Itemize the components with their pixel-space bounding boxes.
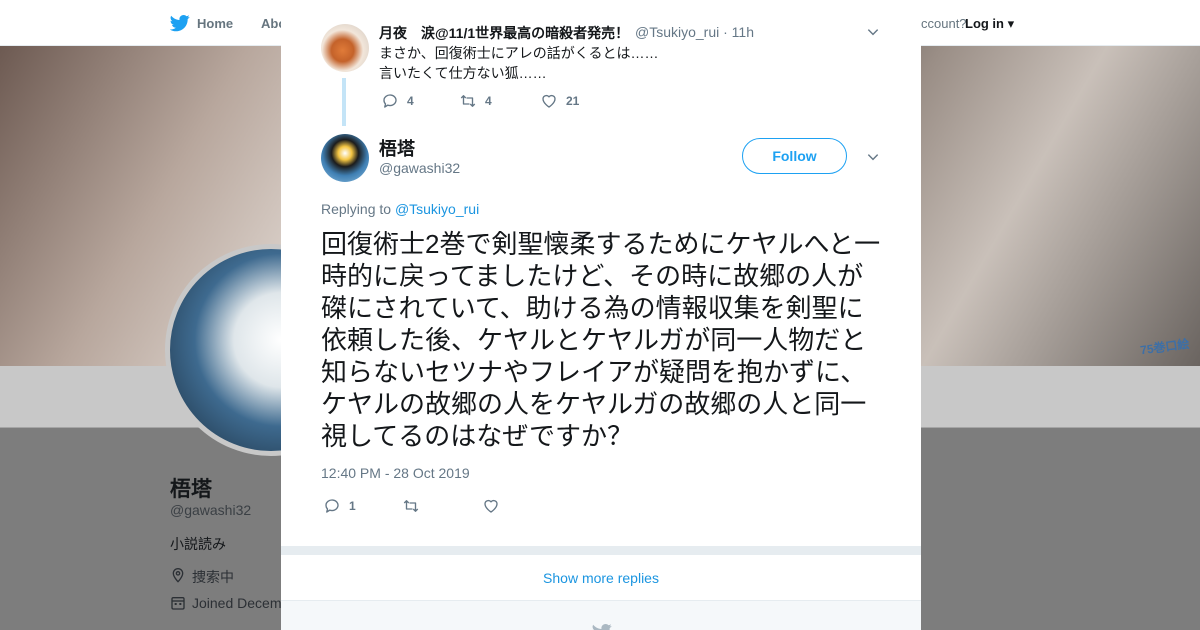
twitter-bird-icon bbox=[592, 624, 612, 630]
reply-icon bbox=[383, 94, 397, 108]
replies-divider bbox=[281, 546, 921, 555]
profile-bio: 小説読み bbox=[170, 536, 226, 552]
main-tweet-text: 回復術士2巻で剣聖懐柔するためにケヤルへと一時的に戻ってましたけど、その時に故郷… bbox=[321, 229, 881, 451]
main-author-handle[interactable]: @gawashi32 bbox=[379, 160, 460, 176]
parent-tweet-text: まさか、回復術士にアレの話がくるとは…… 言いたくて仕方ない狐…… bbox=[379, 43, 658, 83]
tweet-timestamp[interactable]: 12:40 PM - 28 Oct 2019 bbox=[321, 465, 470, 481]
nav-home-link[interactable]: Home bbox=[197, 16, 233, 31]
parent-author-avatar[interactable] bbox=[321, 24, 369, 72]
nav-login-link[interactable]: Log in ▾ bbox=[965, 16, 1014, 32]
chevron-down-icon[interactable] bbox=[866, 25, 880, 39]
twitter-bird-icon[interactable] bbox=[170, 13, 190, 33]
chevron-down-icon[interactable] bbox=[866, 150, 880, 164]
parent-retweet-action[interactable]: 4 bbox=[459, 92, 492, 110]
parent-reply-count: 4 bbox=[407, 94, 414, 108]
replying-to-handle-link[interactable]: @Tsukiyo_rui bbox=[395, 201, 479, 217]
parent-reply-action[interactable]: 4 bbox=[381, 92, 414, 110]
login-label: Log in bbox=[965, 16, 1004, 31]
parent-author-name[interactable]: 月夜 涙@11/1世界最高の暗殺者発売！ bbox=[379, 23, 629, 43]
replying-to-prefix: Replying to bbox=[321, 201, 392, 217]
location-icon bbox=[172, 568, 184, 583]
retweet-icon bbox=[460, 95, 476, 107]
parent-tweet-line: まさか、回復術士にアレの話がくるとは…… bbox=[379, 45, 659, 61]
main-like-action[interactable] bbox=[482, 497, 508, 515]
profile-name: 梧塔 bbox=[170, 478, 212, 501]
profile-location: 捜索中 bbox=[192, 569, 234, 585]
like-icon bbox=[484, 499, 498, 513]
main-reply-action[interactable]: 1 bbox=[323, 497, 356, 515]
parent-retweet-count: 4 bbox=[485, 94, 492, 108]
profile-joined-date: Joined Decem bbox=[192, 595, 281, 611]
tweet-permalink-modal: 月夜 涙@11/1世界最高の暗殺者発売！ @Tsukiyo_rui · 11h … bbox=[281, 8, 921, 630]
modal-footer bbox=[281, 601, 921, 630]
parent-author-handle[interactable]: @Tsukiyo_rui · 11h bbox=[635, 24, 754, 40]
conversation-thread-line bbox=[342, 78, 346, 126]
main-reply-count: 1 bbox=[349, 499, 356, 513]
parent-like-count: 21 bbox=[566, 94, 580, 108]
retweet-icon bbox=[403, 500, 419, 512]
main-author-avatar[interactable] bbox=[321, 134, 369, 182]
parent-like-action[interactable]: 21 bbox=[540, 92, 579, 110]
nav-account-prompt: ccount? bbox=[921, 16, 967, 31]
main-author-name[interactable]: 梧塔 bbox=[379, 135, 415, 161]
follow-button[interactable]: Follow bbox=[742, 138, 847, 174]
parent-tweet-line: 言いたくて仕方ない狐…… bbox=[379, 65, 547, 81]
profile-handle: @gawashi32 bbox=[170, 502, 252, 518]
main-retweet-action[interactable] bbox=[402, 497, 428, 515]
reply-icon bbox=[325, 499, 339, 513]
calendar-icon bbox=[171, 597, 185, 610]
like-icon bbox=[542, 94, 556, 108]
show-more-replies-button[interactable]: Show more replies bbox=[281, 555, 921, 601]
close-icon[interactable] bbox=[1155, 13, 1177, 35]
replying-to-line: Replying to @Tsukiyo_rui bbox=[321, 201, 479, 217]
